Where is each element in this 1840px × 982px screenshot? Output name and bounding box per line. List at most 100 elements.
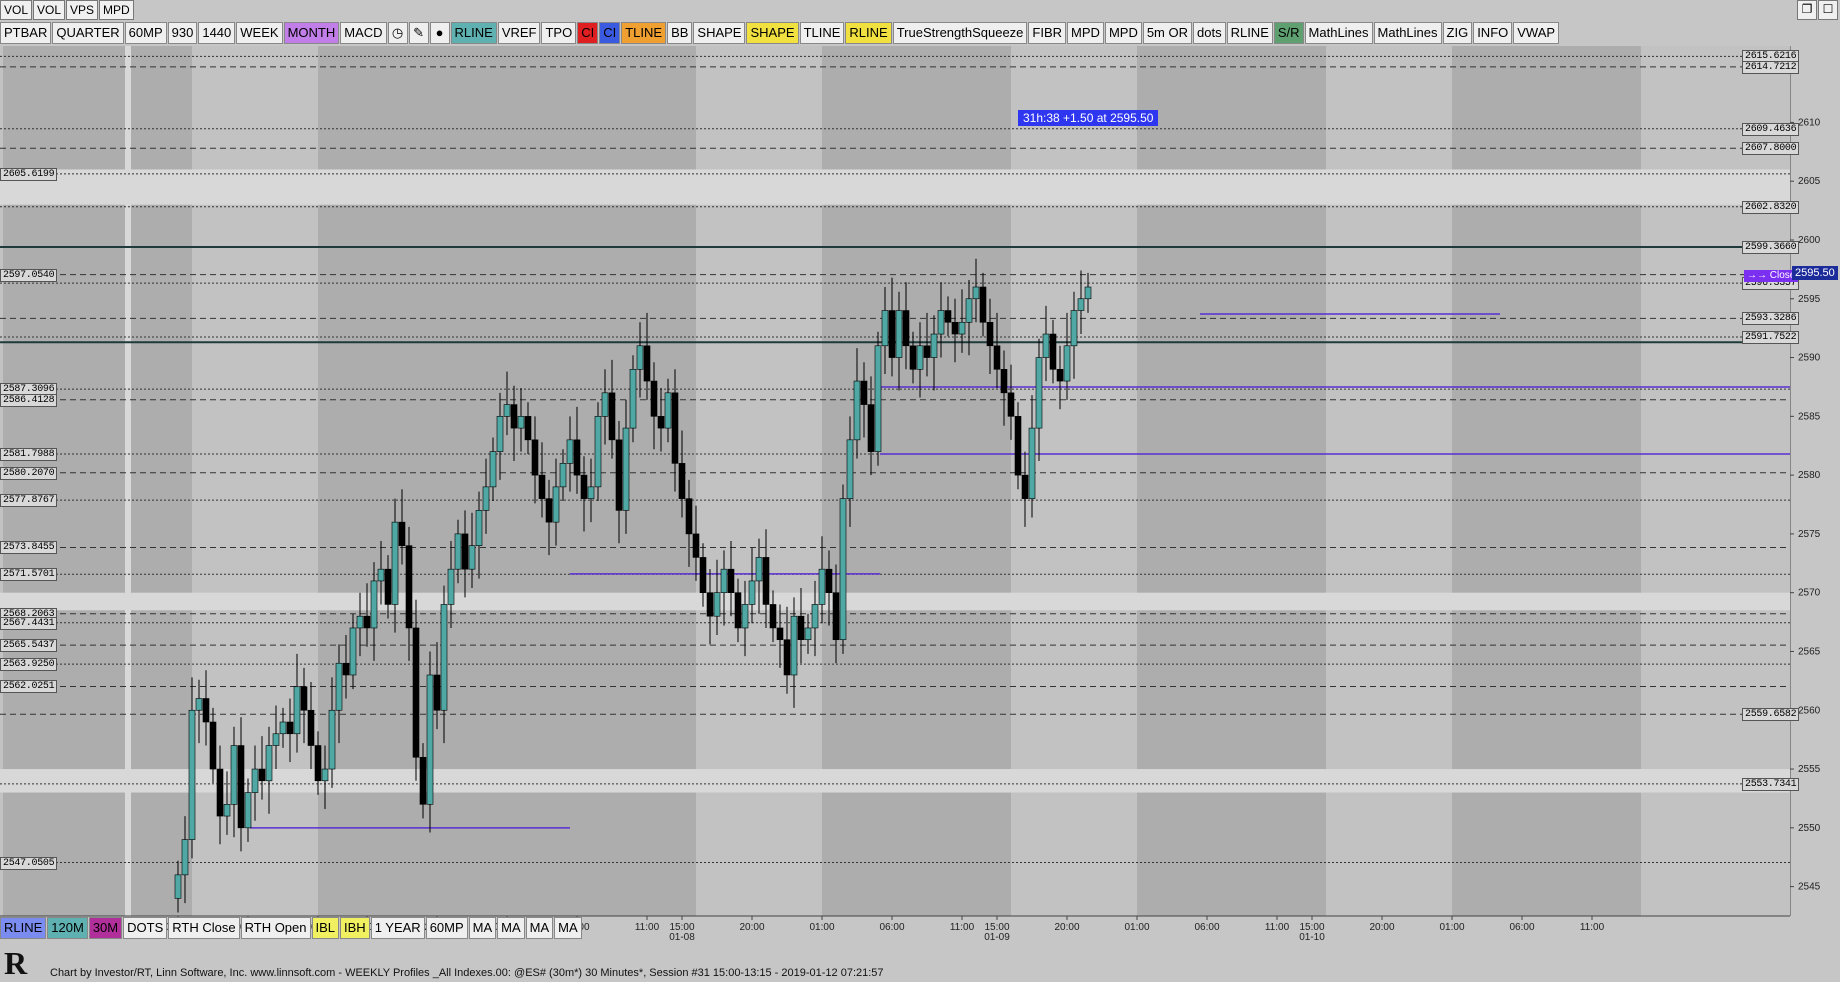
bottom-toolbar-button-ibl[interactable]: IBL bbox=[311, 917, 340, 939]
pencil-icon[interactable]: ✎ bbox=[408, 22, 429, 44]
bottom-toolbar-button-rth-close[interactable]: RTH Close bbox=[168, 917, 240, 939]
toolbar-button-ptbar[interactable]: PTBAR bbox=[0, 22, 52, 44]
toolbar-button-mpd[interactable]: MPD bbox=[1104, 22, 1142, 44]
last-price-badge: 2595.50 bbox=[1792, 266, 1838, 280]
toolbar-button-ci[interactable]: CI bbox=[599, 22, 621, 44]
candle-body bbox=[867, 404, 875, 452]
level-label: 2614.7212 bbox=[1742, 60, 1800, 74]
bottom-toolbar-button-ma[interactable]: MA bbox=[554, 917, 582, 939]
toolbar-button-930[interactable]: 930 bbox=[167, 22, 198, 44]
toolbar-button-rline[interactable]: RLINE bbox=[1226, 22, 1273, 44]
candlestick-chart[interactable]: 00:0005:0010:0015:0020:0001:0006:0011:00… bbox=[0, 46, 1790, 941]
toolbar-button-tline[interactable]: TLINE bbox=[621, 22, 667, 44]
bottom-toolbar-button-rth-open[interactable]: RTH Open bbox=[240, 917, 311, 939]
candle-body bbox=[258, 768, 266, 782]
candle-body bbox=[657, 416, 665, 429]
toolbar-button-mpd[interactable]: MPD bbox=[1067, 22, 1104, 44]
toolbar-button-zig[interactable]: ZIG bbox=[1442, 22, 1473, 44]
toolbar-button-rline[interactable]: RLINE bbox=[845, 22, 892, 44]
bottom-toolbar-button-ma[interactable]: MA bbox=[525, 917, 554, 939]
candle-body bbox=[1084, 286, 1092, 300]
bottom-toolbar-button-ibh[interactable]: IBH bbox=[340, 917, 370, 939]
toolbar-button-s-r[interactable]: S/R bbox=[1273, 22, 1304, 44]
toolbar-button-tpo[interactable]: TPO bbox=[541, 22, 577, 44]
level-label: 2602.8320 bbox=[1742, 200, 1800, 214]
bottom-toolbar-button-ma[interactable]: MA bbox=[468, 917, 497, 939]
candle-body bbox=[412, 627, 420, 758]
toolbar-button-tline[interactable]: TLINE bbox=[799, 22, 845, 44]
candle-body bbox=[174, 874, 182, 899]
candle-body bbox=[923, 345, 931, 358]
candle-body bbox=[1028, 427, 1036, 499]
candle-body bbox=[986, 321, 994, 347]
candle-body bbox=[713, 592, 721, 617]
candle-body bbox=[433, 674, 441, 711]
bottom-toolbar-button-30m[interactable]: 30M bbox=[88, 917, 123, 939]
toolbar-button-quarter[interactable]: QUARTER bbox=[52, 22, 124, 44]
maximize-window-icon[interactable]: ☐ bbox=[1818, 0, 1838, 20]
bottom-toolbar-button-120m[interactable]: 120M bbox=[47, 917, 88, 939]
bottom-toolbar-button-dots[interactable]: DOTS bbox=[123, 917, 168, 939]
bottom-toolbar-button-60mp[interactable]: 60MP bbox=[425, 917, 468, 939]
toolbar-button-60mp[interactable]: 60MP bbox=[124, 22, 167, 44]
candle-body bbox=[286, 721, 294, 735]
level-label: 2580.2070 bbox=[0, 466, 58, 480]
price-band bbox=[0, 592, 1790, 611]
candle-body bbox=[545, 498, 553, 523]
candle-body bbox=[790, 615, 798, 676]
candle-body bbox=[237, 745, 245, 829]
toolbar-button-bb[interactable]: BB bbox=[667, 22, 693, 44]
toolbar-button-week[interactable]: WEEK bbox=[236, 22, 283, 44]
candle-body bbox=[881, 310, 889, 347]
candle-body bbox=[363, 615, 371, 629]
candle-body bbox=[755, 557, 763, 582]
candle-body bbox=[195, 698, 203, 711]
toolbar-button-info[interactable]: INFO bbox=[1473, 22, 1513, 44]
restore-window-icon[interactable]: ❐ bbox=[1797, 0, 1817, 20]
toolbar-button-rline[interactable]: RLINE bbox=[450, 22, 497, 44]
bottom-toolbar-button-1-year[interactable]: 1 YEAR bbox=[370, 917, 425, 939]
y-tick-label: 2565 bbox=[1798, 646, 1821, 657]
candle-body bbox=[825, 568, 833, 593]
level-label: 2607.8000 bbox=[1742, 142, 1800, 156]
toolbar-button-truestrengthsqueeze[interactable]: TrueStrengthSqueeze bbox=[892, 22, 1028, 44]
candle-body bbox=[832, 592, 840, 641]
toolbar-button-1440[interactable]: 1440 bbox=[198, 22, 236, 44]
toolbar-button-macd[interactable]: MACD bbox=[340, 22, 387, 44]
toolbar-button-mathlines[interactable]: MathLines bbox=[1373, 22, 1442, 44]
toolbar-button-dots[interactable]: dots bbox=[1193, 22, 1226, 44]
y-tick-label: 2605 bbox=[1798, 176, 1821, 187]
candle-body bbox=[538, 474, 546, 499]
mini-bar-button-mpd[interactable]: MPD bbox=[99, 0, 134, 20]
candle-body bbox=[377, 568, 385, 582]
candle-body bbox=[1007, 392, 1015, 417]
mini-bar-button-vol[interactable]: VOL bbox=[33, 0, 66, 20]
candle-body bbox=[524, 416, 532, 441]
toolbar-button-shape[interactable]: SHAPE bbox=[746, 22, 799, 44]
mini-bar-button-vps[interactable]: VPS bbox=[66, 0, 99, 20]
toolbar-button-shape[interactable]: SHAPE bbox=[693, 22, 746, 44]
x-tick-label: 06:00 bbox=[879, 922, 904, 933]
clock-icon[interactable]: ◷ bbox=[387, 22, 408, 44]
toolbar-button-month[interactable]: MONTH bbox=[283, 22, 340, 44]
globe-icon[interactable]: ● bbox=[429, 22, 450, 44]
toolbar-button-mathlines[interactable]: MathLines bbox=[1304, 22, 1373, 44]
toolbar-button-fibr[interactable]: FIBR bbox=[1028, 22, 1067, 44]
x-tick-label: 20:00 bbox=[739, 922, 764, 933]
level-label: 2563.9250 bbox=[0, 658, 58, 672]
bottom-toolbar-button-rline[interactable]: RLINE bbox=[0, 917, 47, 939]
level-label: 2597.0540 bbox=[0, 268, 58, 282]
level-label: 2599.3660 bbox=[1742, 241, 1800, 255]
x-tick-label: 06:00 bbox=[1509, 922, 1534, 933]
candle-body bbox=[272, 733, 280, 746]
bottom-toolbar-button-ma[interactable]: MA bbox=[497, 917, 525, 939]
candle-body bbox=[860, 380, 868, 405]
toolbar-button-5m-or[interactable]: 5m OR bbox=[1142, 22, 1192, 44]
toolbar-button-vwap[interactable]: VWAP bbox=[1513, 22, 1560, 44]
x-tick-label: 11:00 bbox=[950, 922, 975, 933]
mini-bar-button-vol[interactable]: VOL bbox=[0, 0, 33, 20]
candle-body bbox=[370, 580, 378, 629]
toolbar-button-vref[interactable]: VREF bbox=[497, 22, 541, 44]
candle-body bbox=[188, 709, 196, 840]
toolbar-button-ci[interactable]: CI bbox=[577, 22, 599, 44]
